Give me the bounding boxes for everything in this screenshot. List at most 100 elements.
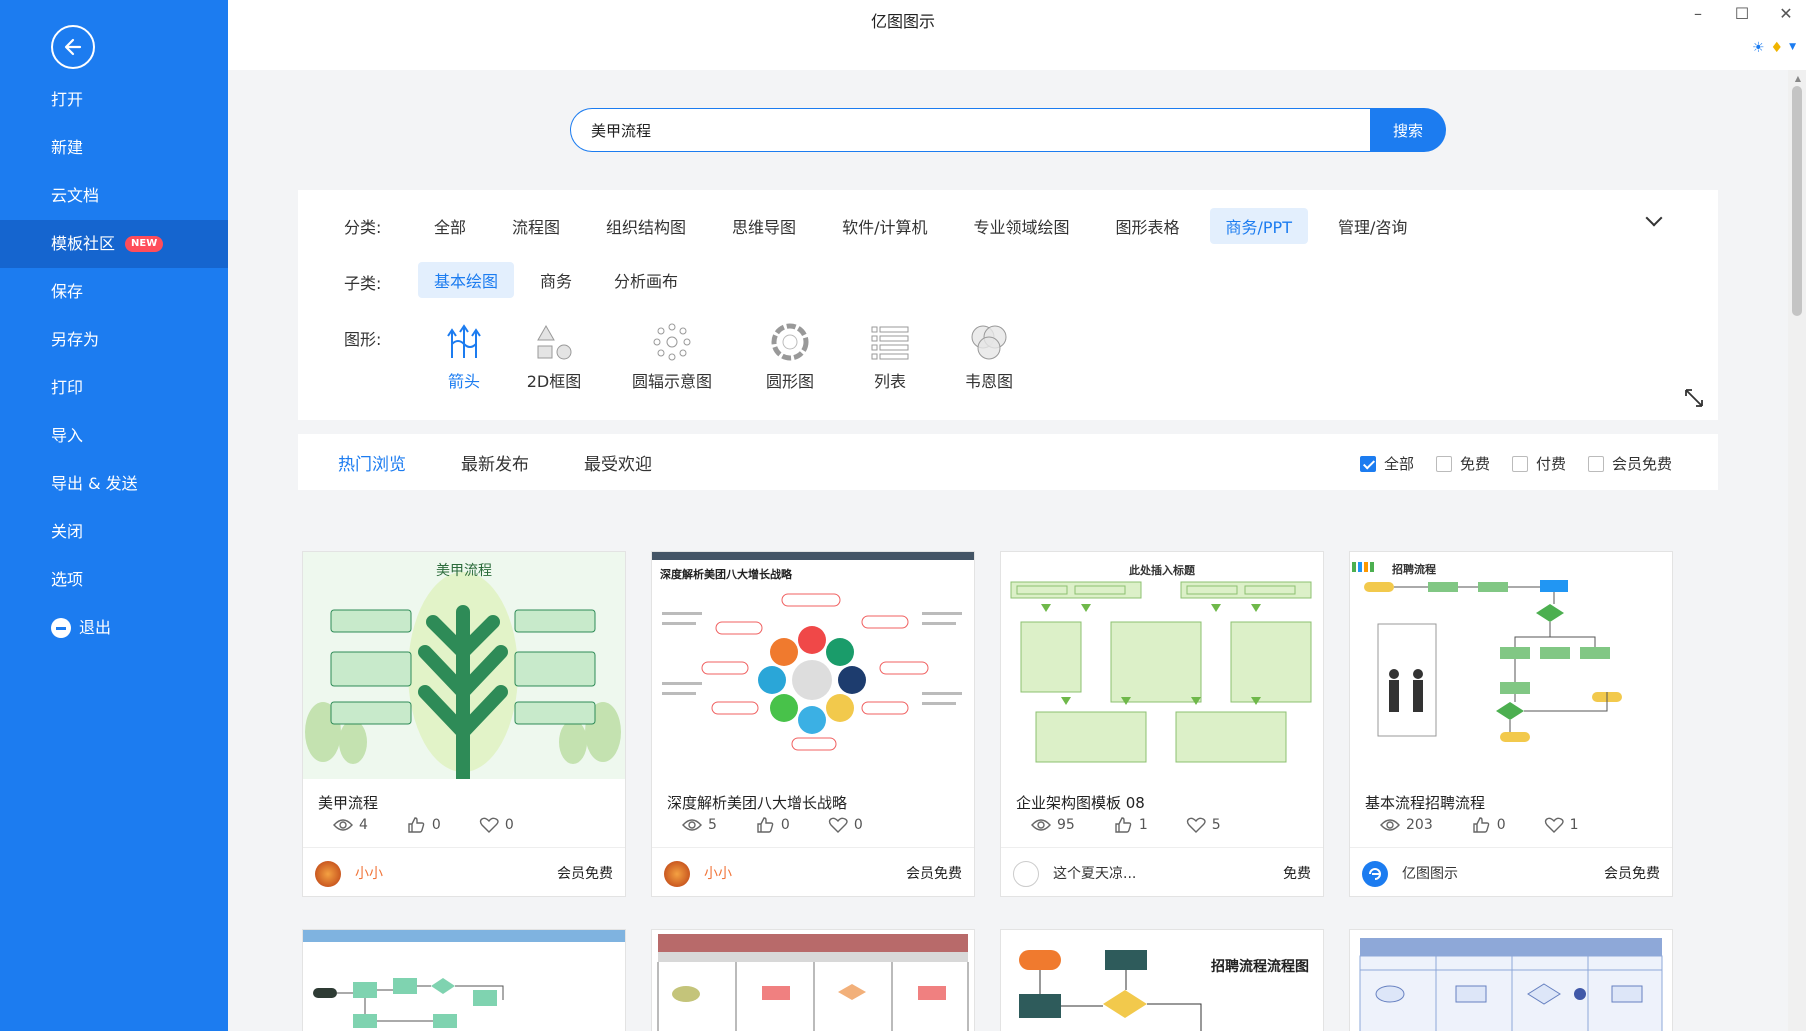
- template-thumbnail[interactable]: 招聘流程: [1350, 552, 1672, 779]
- sidebar-item-cloud[interactable]: 云文档: [0, 172, 228, 220]
- maximize-icon[interactable]: ☐: [1734, 4, 1750, 23]
- author-name[interactable]: 小小: [704, 863, 732, 883]
- checkbox-icon[interactable]: [1511, 455, 1528, 472]
- shape-arrow[interactable]: 箭头: [430, 322, 498, 392]
- tab-popular[interactable]: 热门浏览: [338, 450, 406, 475]
- filter-paid[interactable]: 付费: [1511, 453, 1566, 474]
- template-card[interactable]: 招聘流程流程图: [1000, 929, 1324, 1031]
- scroll-up-icon[interactable]: ▲: [1795, 74, 1801, 83]
- category-software[interactable]: 软件/计算机: [826, 208, 943, 244]
- category-all[interactable]: 全部: [418, 208, 482, 244]
- avatar[interactable]: [664, 861, 690, 887]
- shape-2d-block[interactable]: 2D框图: [498, 322, 610, 392]
- sidebar-item-template-community[interactable]: 模板社区 NEW: [0, 220, 228, 268]
- checkbox-icon[interactable]: [1435, 455, 1452, 472]
- template-thumbnail[interactable]: 此处插入标题: [1001, 552, 1323, 779]
- category-flowchart[interactable]: 流程图: [496, 208, 576, 244]
- shape-list[interactable]: 列表: [846, 322, 934, 392]
- sidebar-item-options[interactable]: 选项: [0, 556, 228, 604]
- views-stat: 95: [1031, 817, 1075, 833]
- search-input[interactable]: [570, 108, 1370, 152]
- avatar[interactable]: [315, 861, 341, 887]
- filter-free[interactable]: 免费: [1435, 453, 1490, 474]
- subcategory-row: 基本绘图 商务 分析画布: [418, 262, 694, 298]
- author-name[interactable]: 这个夏天凉...: [1053, 863, 1136, 883]
- favorites-stat[interactable]: 0: [828, 817, 863, 833]
- vertical-scrollbar[interactable]: ▲: [1788, 70, 1806, 1031]
- fullscreen-expand-icon[interactable]: [1684, 388, 1704, 408]
- search-button[interactable]: 搜索: [1370, 108, 1446, 152]
- filter-all[interactable]: 全部: [1359, 453, 1414, 474]
- shape-radial[interactable]: 圆辐示意图: [610, 322, 734, 392]
- avatar[interactable]: [1013, 861, 1039, 887]
- arrow-left-icon: [64, 38, 82, 56]
- favorites-stat[interactable]: 0: [479, 817, 514, 833]
- author-name[interactable]: 亿图图示: [1402, 863, 1458, 883]
- tab-most-liked[interactable]: 最受欢迎: [584, 450, 652, 475]
- sidebar-item-exit[interactable]: 退出: [0, 604, 228, 652]
- growth-wheel-thumbnail-icon: [662, 593, 962, 751]
- template-thumbnail[interactable]: 招聘流程流程图: [1001, 930, 1323, 1031]
- template-thumbnail[interactable]: [652, 930, 974, 1031]
- author-name[interactable]: 小小: [355, 863, 383, 883]
- template-card[interactable]: [1349, 929, 1673, 1031]
- category-org-chart[interactable]: 组织结构图: [590, 208, 702, 244]
- filter-member-free[interactable]: 会员免费: [1587, 453, 1672, 474]
- chevron-down-icon[interactable]: ▼: [1789, 40, 1796, 56]
- sidebar-item-open[interactable]: 打开: [0, 76, 228, 124]
- template-card[interactable]: 美甲流程 美甲流程 4 0 0 小小 会员免费: [302, 551, 626, 897]
- minimize-icon[interactable]: –: [1690, 4, 1706, 23]
- shape-venn[interactable]: 韦恩图: [934, 322, 1044, 392]
- template-card[interactable]: 招聘流程 基本流程招聘流程 203 0 1 亿图图示 会员免费: [1349, 551, 1673, 897]
- shape-circular[interactable]: 圆形图: [734, 322, 846, 392]
- category-management[interactable]: 管理/咨询: [1322, 208, 1423, 244]
- sidebar-item-save[interactable]: 保存: [0, 268, 228, 316]
- template-thumbnail[interactable]: [1350, 930, 1672, 1031]
- likes-stat[interactable]: 0: [1471, 817, 1506, 833]
- avatar[interactable]: [1362, 861, 1388, 887]
- subcategory-business[interactable]: 商务: [524, 262, 588, 298]
- search-bar: 搜索: [570, 108, 1446, 152]
- category-row: 全部 流程图 组织结构图 思维导图 软件/计算机 专业领域绘图 图形表格 商务/…: [418, 208, 1423, 244]
- template-card[interactable]: [651, 929, 975, 1031]
- heart-icon: [1544, 817, 1564, 833]
- favorites-stat[interactable]: 1: [1544, 817, 1579, 833]
- heart-icon: [828, 817, 848, 833]
- sidebar-item-close[interactable]: 关闭: [0, 508, 228, 556]
- checkbox-icon[interactable]: [1587, 455, 1604, 472]
- checkbox-checked-icon[interactable]: [1359, 455, 1376, 472]
- sidebar-item-print[interactable]: 打印: [0, 364, 228, 412]
- likes-stat[interactable]: 1: [1113, 817, 1148, 833]
- category-professional[interactable]: 专业领域绘图: [957, 208, 1085, 244]
- sidebar-item-export[interactable]: 导出 & 发送: [0, 460, 228, 508]
- category-business-ppt[interactable]: 商务/PPT: [1209, 208, 1308, 244]
- template-thumbnail[interactable]: [303, 930, 625, 1031]
- close-icon[interactable]: ✕: [1778, 4, 1794, 23]
- subcategory-canvas[interactable]: 分析画布: [598, 262, 694, 298]
- likes-stat[interactable]: 0: [406, 817, 441, 833]
- expand-categories-icon[interactable]: [1645, 209, 1663, 227]
- template-thumbnail[interactable]: 美甲流程: [303, 552, 625, 779]
- template-card[interactable]: [302, 929, 626, 1031]
- back-button[interactable]: [51, 25, 95, 69]
- likes-stat[interactable]: 0: [755, 817, 790, 833]
- sidebar-item-new[interactable]: 新建: [0, 124, 228, 172]
- tray: ☀ ♦ ▼: [1752, 40, 1796, 56]
- template-stats: 95 1 5: [1031, 817, 1221, 833]
- sidebar-item-import[interactable]: 导入: [0, 412, 228, 460]
- vip-diamond-icon[interactable]: ♦: [1771, 40, 1784, 56]
- shape-row: 箭头 2D框图 圆辐示意图 圆形图 列表 韦恩图: [418, 322, 1044, 392]
- category-graphic-table[interactable]: 图形表格: [1099, 208, 1195, 244]
- theme-sun-icon[interactable]: ☀: [1752, 40, 1765, 56]
- tab-latest[interactable]: 最新发布: [461, 450, 529, 475]
- favorites-stat[interactable]: 5: [1186, 817, 1221, 833]
- template-card[interactable]: 深度解析美团八大增长战略 深度解析美团八大增长战略 5 0 0 小小 会员免费: [651, 551, 975, 897]
- template-thumbnail[interactable]: 深度解析美团八大增长战略: [652, 552, 974, 779]
- scroll-thumb[interactable]: [1792, 86, 1802, 316]
- category-mind-map[interactable]: 思维导图: [716, 208, 812, 244]
- thumbnail-title: 美甲流程: [436, 563, 492, 579]
- filter-panel: 分类: 全部 流程图 组织结构图 思维导图 软件/计算机 专业领域绘图 图形表格…: [298, 190, 1718, 420]
- template-card[interactable]: 此处插入标题 企业架构图模板 08 95 1 5 这个夏天凉... 免费: [1000, 551, 1324, 897]
- sidebar-item-save-as[interactable]: 另存为: [0, 316, 228, 364]
- subcategory-basic[interactable]: 基本绘图: [418, 262, 515, 298]
